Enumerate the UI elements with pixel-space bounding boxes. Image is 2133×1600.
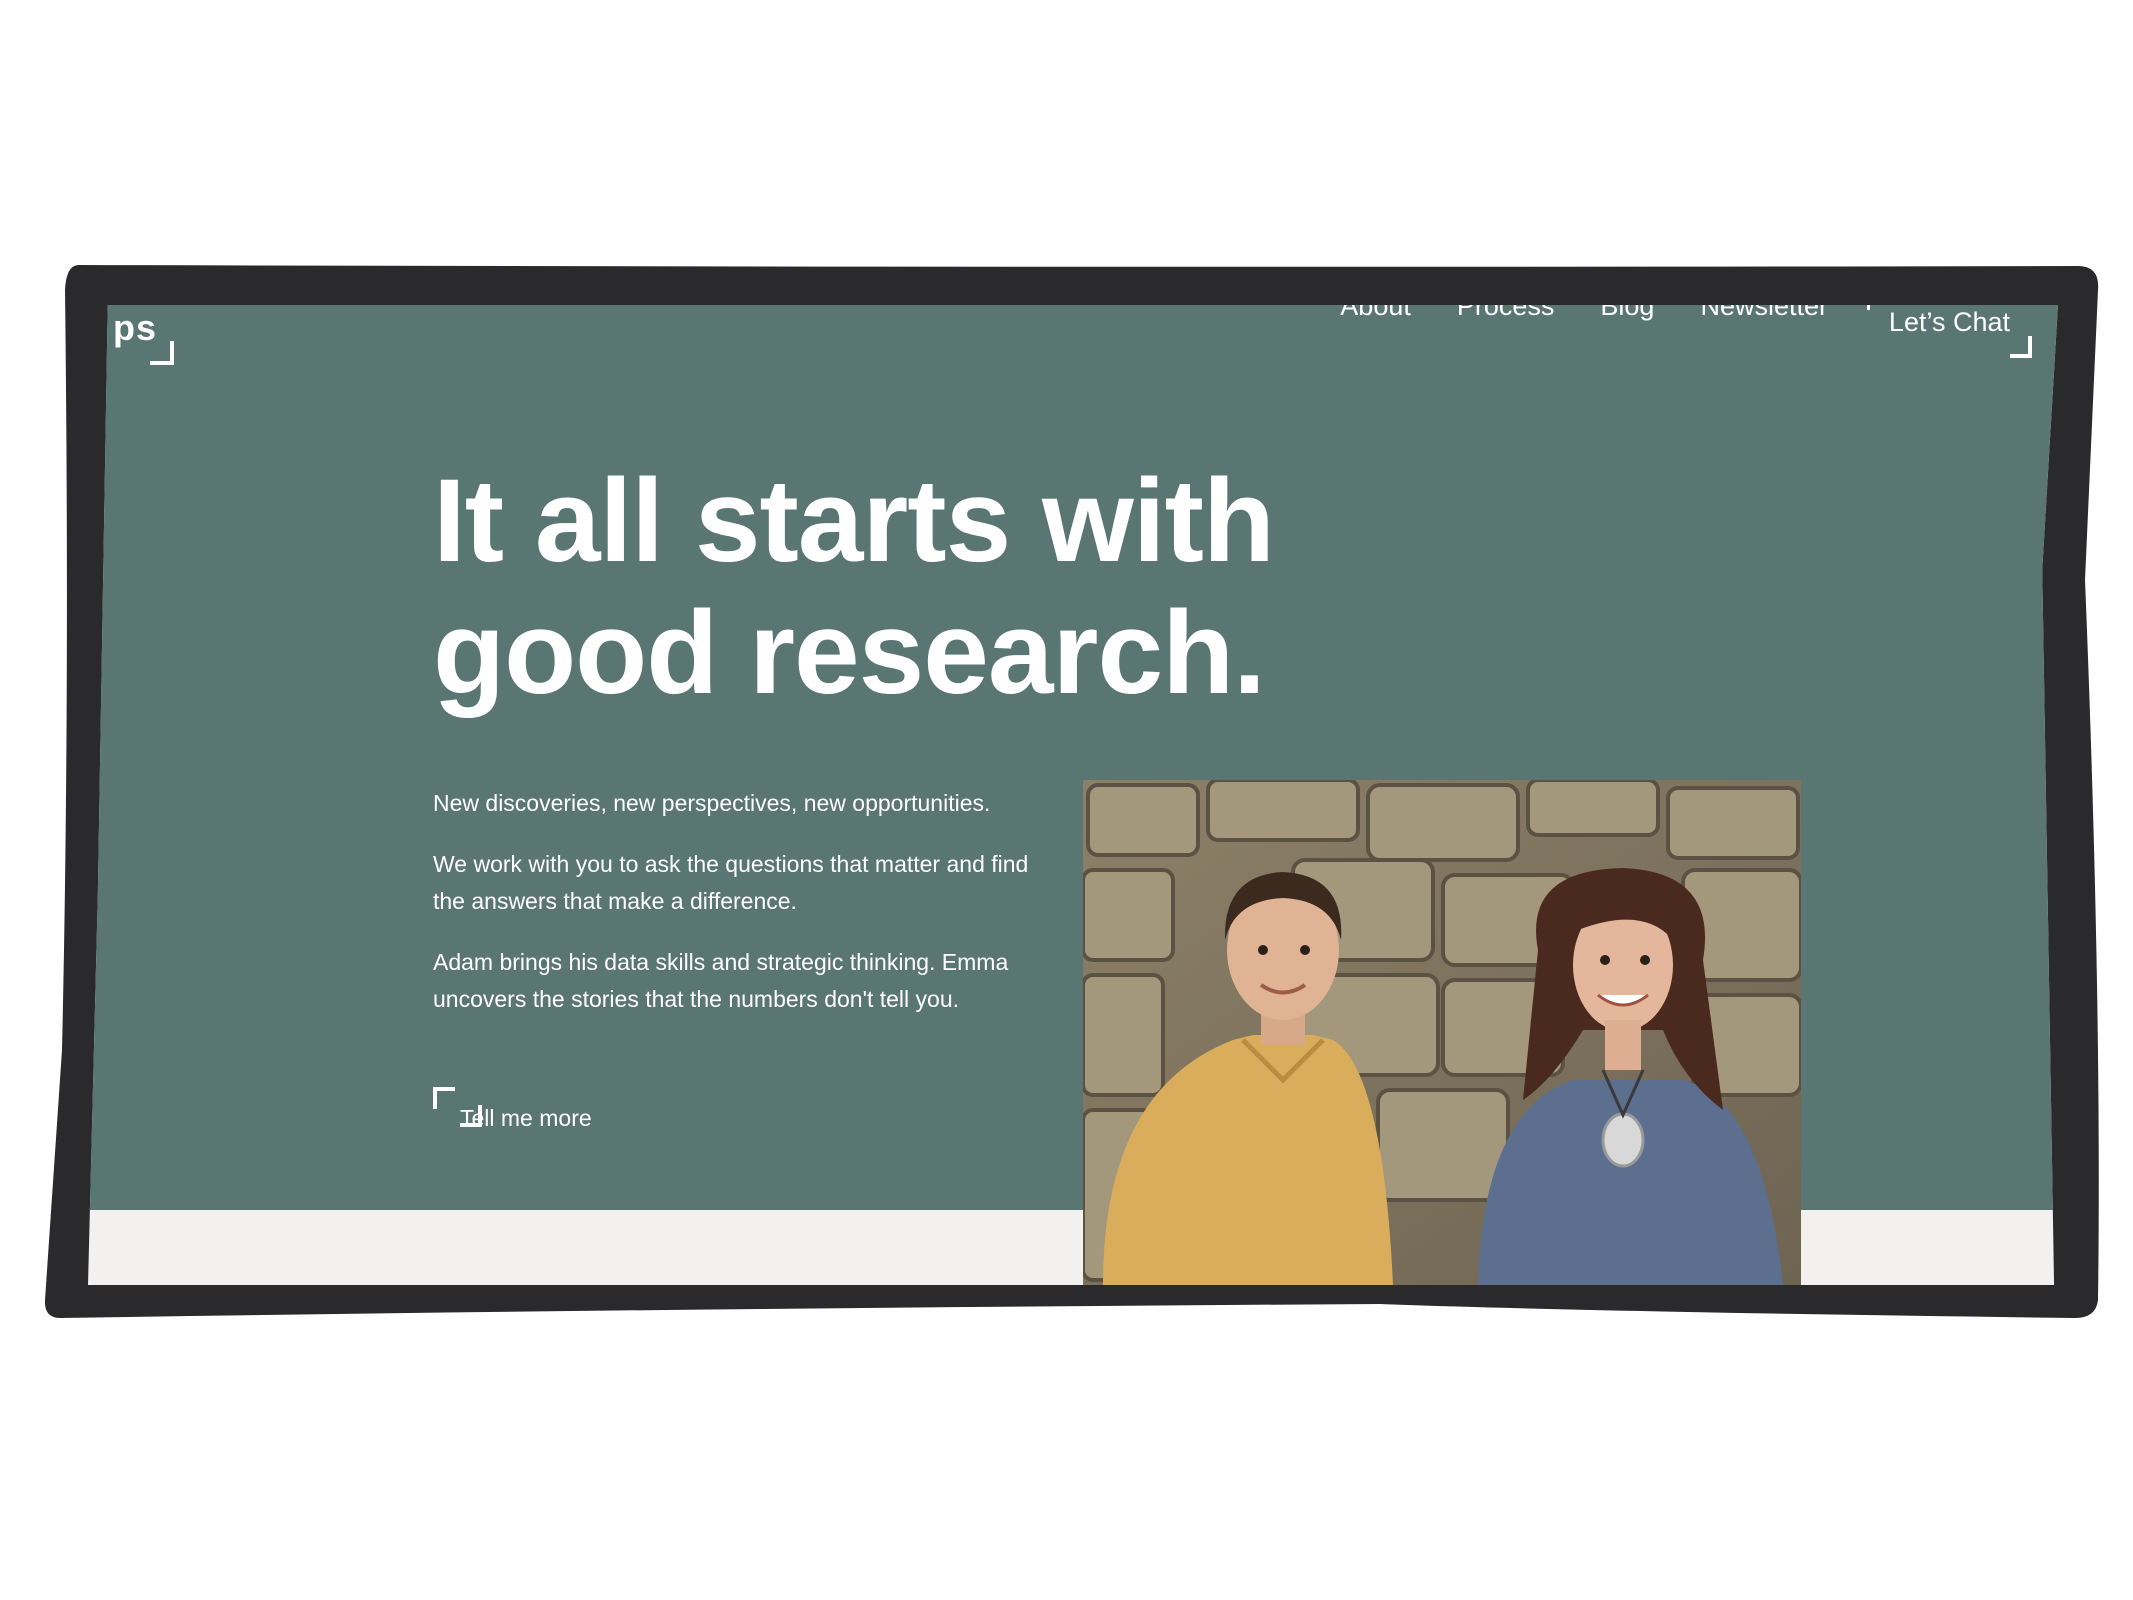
bracket-bottom-right-icon bbox=[2010, 336, 2032, 358]
bracket-top-left-icon bbox=[1866, 305, 1882, 310]
nav-blog[interactable]: Blog bbox=[1600, 305, 1654, 322]
hero-paragraph-3: Adam brings his data skills and strategi… bbox=[433, 949, 1009, 1012]
lets-chat-button[interactable]: Let’s Chat bbox=[1866, 305, 2032, 358]
logo-bracket-icon bbox=[150, 341, 174, 365]
bracket-bottom-right-icon bbox=[460, 1105, 482, 1127]
hero-copy: New discoveries, new perspectives, new o… bbox=[433, 785, 1033, 1042]
tell-me-more-button[interactable]: Tell me more bbox=[433, 1087, 618, 1149]
main-nav: About Process Blog Newsletter bbox=[1340, 305, 1828, 322]
lets-chat-label: Let’s Chat bbox=[1888, 307, 2010, 337]
headline-line-2: good research. bbox=[433, 587, 1266, 719]
page-title: It all starts with good research. bbox=[433, 455, 1533, 719]
nav-process[interactable]: Process bbox=[1457, 305, 1555, 322]
nav-newsletter[interactable]: Newsletter bbox=[1700, 305, 1828, 322]
hero-paragraph-2: We work with you to ask the questions th… bbox=[433, 851, 1029, 914]
nav-about[interactable]: About bbox=[1340, 305, 1411, 322]
hero-paragraph-1: New discoveries, new perspectives, new o… bbox=[433, 790, 991, 816]
team-photo bbox=[1083, 780, 1801, 1285]
bracket-top-left-icon bbox=[433, 1087, 455, 1109]
website-viewport: ps About Process Blog Newsletter Let’s C… bbox=[88, 305, 2058, 1285]
headline-line-1: It all starts with bbox=[433, 455, 1275, 587]
